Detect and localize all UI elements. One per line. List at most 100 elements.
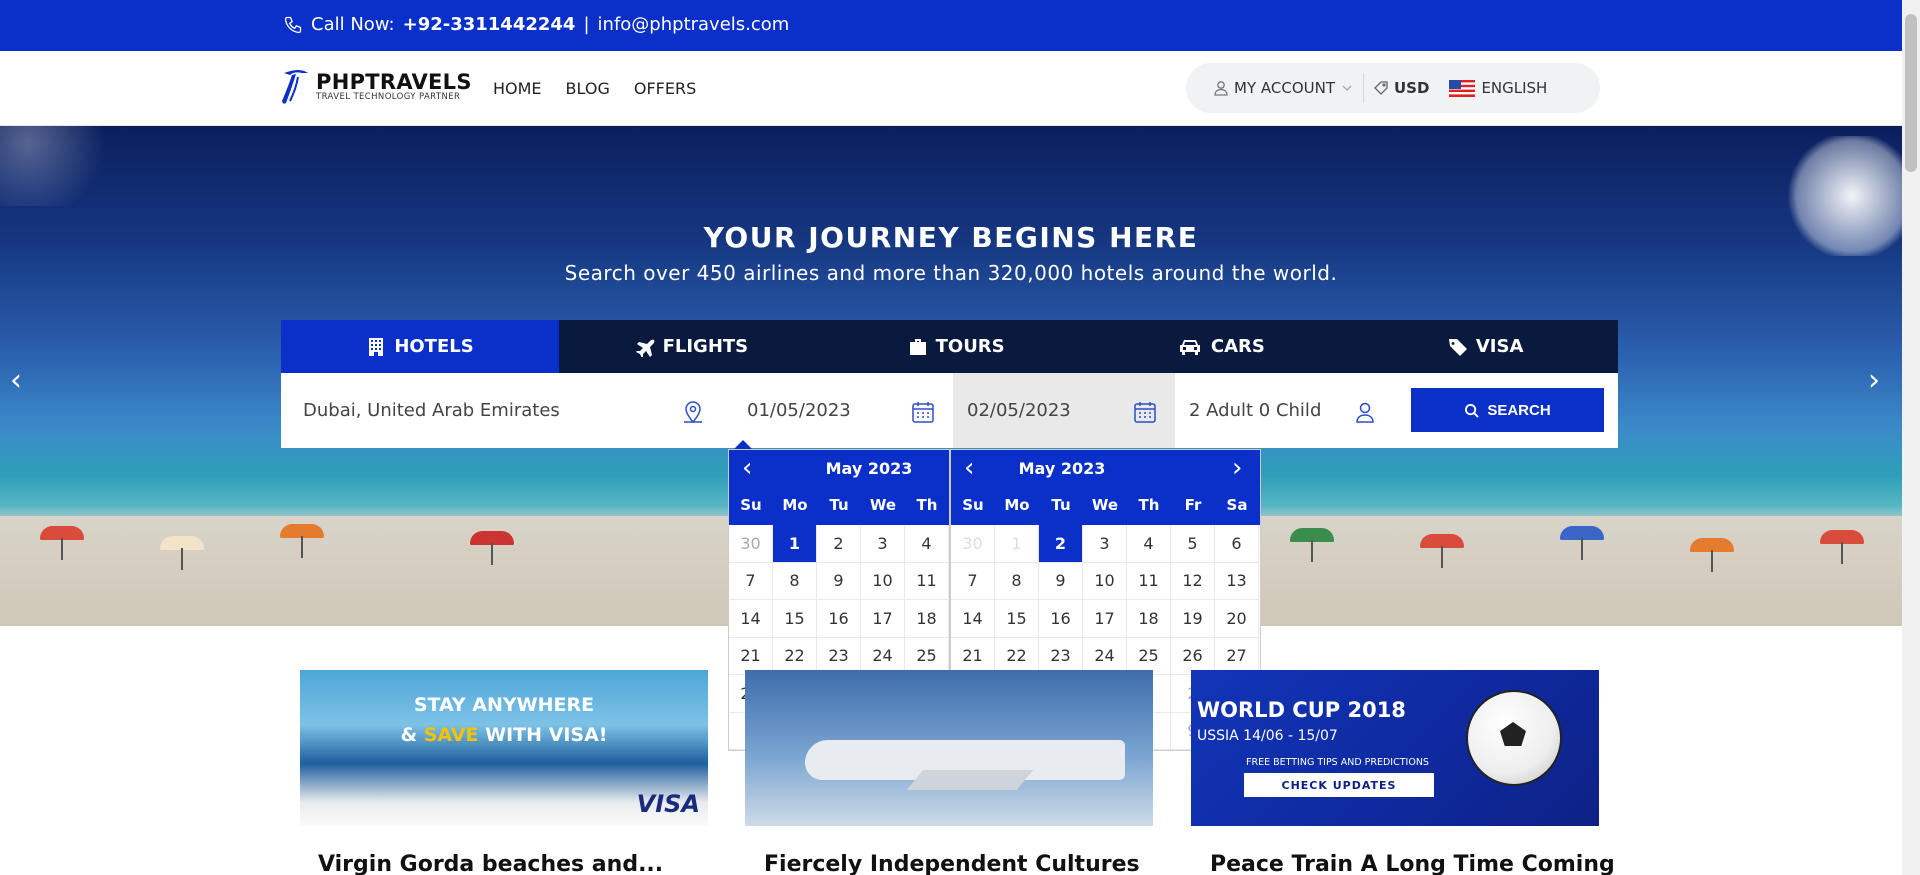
user-icon (1356, 402, 1374, 423)
umbrella-decoration (470, 531, 514, 565)
car-icon (1179, 339, 1200, 355)
my-account-label: MY ACCOUNT (1234, 79, 1335, 97)
calendar-day[interactable]: 11 (1127, 562, 1171, 600)
calendar-day[interactable]: 3 (861, 525, 905, 563)
calendar-day[interactable]: 18 (1127, 600, 1171, 638)
chevron-left-icon[interactable]: ‹ (10, 363, 22, 398)
calendar-day[interactable]: 19 (1171, 600, 1215, 638)
tag-icon (1374, 81, 1388, 95)
banner-text: & SAVE WITH VISA! (400, 724, 608, 746)
calendar-day[interactable]: 9 (817, 562, 861, 600)
check-updates-button: CHECK UPDATES (1244, 773, 1434, 797)
weekday-label: We (869, 496, 897, 514)
phone-icon (284, 16, 302, 33)
tab-flights[interactable]: FLIGHTS (559, 320, 824, 373)
top-contact-bar: Call Now: +92-3311442244 | info@phptrave… (0, 0, 1902, 51)
offer-card-image[interactable]: WORLD CUP 2018 USSIA 14/06 - 15/07 FREE … (1191, 670, 1599, 826)
calendar-day[interactable]: 6 (1215, 525, 1259, 563)
calendar-day[interactable]: 16 (817, 600, 861, 638)
calendar-day[interactable]: 17 (861, 600, 905, 638)
calendar-day[interactable]: 9 (1039, 562, 1083, 600)
suitcase-icon (909, 338, 926, 355)
checkout-value: 02/05/2023 (967, 400, 1071, 421)
calendar-day[interactable]: 14 (951, 600, 995, 638)
tab-cars[interactable]: CARS (1089, 320, 1354, 373)
tab-tours[interactable]: TOURS (824, 320, 1089, 373)
weekday-label: Mo (1004, 496, 1030, 514)
destination-field[interactable]: Dubai, United Arab Emirates (281, 373, 731, 448)
nav-blog[interactable]: BLOG (566, 79, 610, 98)
page-scrollbar[interactable] (1902, 0, 1920, 875)
banner-text: USSIA 14/06 - 15/07 (1197, 728, 1338, 744)
calendar-header: ‹ May 2023 › Su Mo Tu We Th Fr Sa (951, 450, 1260, 525)
checkin-field[interactable]: 01/05/2023 (731, 373, 953, 448)
tab-hotels[interactable]: HOTELS (281, 320, 559, 373)
hero-title: YOUR JOURNEY BEGINS HERE (703, 221, 1199, 254)
calendar-day[interactable]: 10 (1083, 562, 1127, 600)
umbrella-decoration (280, 524, 324, 558)
phone-number[interactable]: +92-3311442244 (403, 14, 576, 35)
calendar-day[interactable]: 30 (951, 525, 995, 563)
scrollbar-thumb[interactable] (1905, 14, 1917, 172)
tab-visa[interactable]: VISA (1353, 320, 1618, 373)
calendar-header: ‹ May 2023 Su Mo Tu We Th (729, 450, 949, 525)
calendar-day[interactable]: 17 (1083, 600, 1127, 638)
calendar-day[interactable]: 8 (773, 562, 817, 600)
logo-tagline: TRAVEL TECHNOLOGY PARTNER (316, 92, 461, 102)
site-header: PHPTRAVELS TRAVEL TECHNOLOGY PARTNER HOM… (0, 51, 1902, 126)
hotel-search-form: Dubai, United Arab Emirates 01/05/2023 0… (281, 373, 1618, 448)
calendar-month: May 2023 (825, 459, 913, 478)
email-link[interactable]: info@phptravels.com (598, 14, 790, 35)
calendar-day[interactable]: 5 (1171, 525, 1215, 563)
calendar-day[interactable]: 8 (995, 562, 1039, 600)
umbrella-decoration (1560, 526, 1604, 560)
calendar-pointer (734, 440, 752, 449)
chevron-right-icon[interactable]: › (1868, 363, 1880, 398)
guests-field[interactable]: 2 Adult 0 Child (1175, 373, 1405, 448)
offer-title[interactable]: Peace Train A Long Time Coming (1210, 852, 1615, 875)
cloud-decoration (0, 126, 140, 206)
my-account-dropdown[interactable]: MY ACCOUNT (1186, 79, 1363, 97)
offer-card-image[interactable] (745, 670, 1153, 826)
offer-title[interactable]: Virgin Gorda beaches and... (318, 852, 663, 875)
calendar-day[interactable]: 10 (861, 562, 905, 600)
language-selector[interactable]: ENGLISH (1439, 79, 1557, 97)
currency-selector[interactable]: USD (1364, 79, 1439, 97)
calendar-day[interactable]: 7 (729, 562, 773, 600)
account-pill: MY ACCOUNT USD ENGLISH (1186, 63, 1600, 113)
offer-card-image[interactable]: STAY ANYWHERE & SAVE WITH VISA! VISA (300, 670, 708, 826)
chevron-right-icon[interactable]: › (1232, 453, 1242, 483)
building-icon (369, 337, 384, 356)
calendar-day[interactable]: 30 (729, 525, 773, 563)
logo[interactable]: PHPTRAVELS TRAVEL TECHNOLOGY PARTNER (280, 67, 472, 107)
umbrella-decoration (1820, 530, 1864, 564)
weekday-label: Su (962, 496, 984, 514)
calendar-day[interactable]: 4 (1127, 525, 1171, 563)
checkout-field[interactable]: 02/05/2023 (953, 373, 1175, 448)
nav-home[interactable]: HOME (493, 79, 542, 98)
calendar-day[interactable]: 20 (1215, 600, 1259, 638)
banner-text: FREE BETTING TIPS AND PREDICTIONS (1246, 757, 1429, 768)
calendar-day[interactable]: 13 (1215, 562, 1259, 600)
calendar-day[interactable]: 2 (1039, 525, 1083, 563)
calendar-day[interactable]: 1 (773, 525, 817, 563)
tag-icon (1448, 338, 1467, 356)
offer-title[interactable]: Fiercely Independent Cultures (764, 852, 1140, 875)
calendar-day[interactable]: 7 (951, 562, 995, 600)
calendar-day[interactable]: 11 (905, 562, 949, 600)
calendar-day[interactable]: 15 (995, 600, 1039, 638)
umbrella-decoration (1420, 534, 1464, 568)
calendar-day[interactable]: 18 (905, 600, 949, 638)
umbrella-decoration (160, 536, 204, 570)
calendar-day[interactable]: 4 (905, 525, 949, 563)
calendar-day[interactable]: 16 (1039, 600, 1083, 638)
search-button[interactable]: SEARCH (1411, 388, 1604, 432)
nav-offers[interactable]: OFFERS (634, 79, 696, 98)
calendar-day[interactable]: 1 (995, 525, 1039, 563)
calendar-day[interactable]: 2 (817, 525, 861, 563)
banner-text: WORLD CUP 2018 (1197, 698, 1406, 722)
calendar-day[interactable]: 15 (773, 600, 817, 638)
calendar-day[interactable]: 3 (1083, 525, 1127, 563)
calendar-day[interactable]: 14 (729, 600, 773, 638)
calendar-day[interactable]: 12 (1171, 562, 1215, 600)
